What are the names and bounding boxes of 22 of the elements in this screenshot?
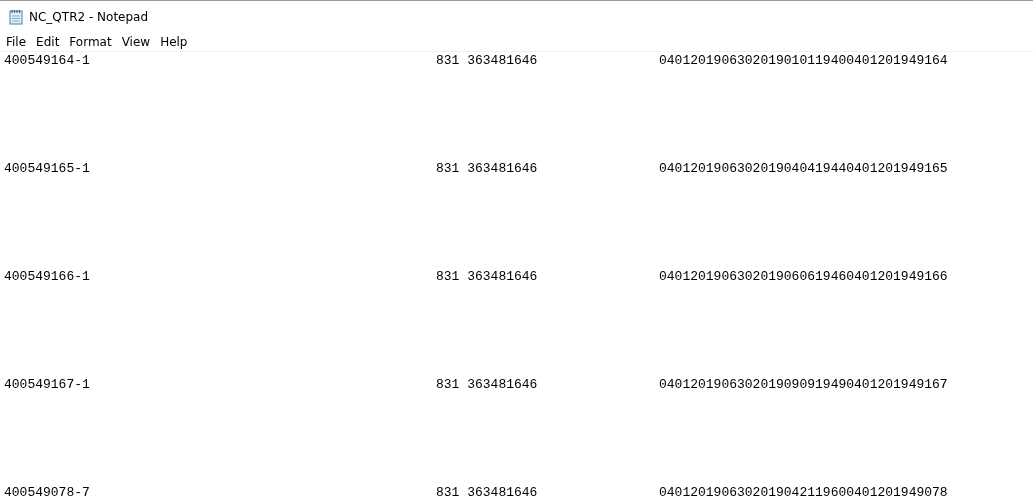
text-line: 400549167-1 — [4, 376, 91, 394]
text-line: 400549164-1 — [4, 52, 91, 70]
window-title: NC_QTR2 - Notepad — [29, 9, 149, 24]
text-line: 0401201906302019042119600401201949078 — [659, 484, 949, 501]
notepad-icon — [9, 8, 23, 25]
menu-item[interactable]: Edit — [31, 34, 65, 49]
menu-item[interactable]: Help — [155, 34, 193, 49]
text-line: 0401201906302019010119400401201949164 — [659, 52, 949, 70]
text-line: 831 363481646 — [436, 484, 539, 501]
text-line: 831 363481646 — [436, 160, 539, 178]
menu-item[interactable]: File — [1, 34, 32, 49]
text-line: 400549166-1 — [4, 268, 91, 286]
text-line: 400549078-7 — [4, 484, 91, 501]
menu-item[interactable]: Format — [64, 34, 117, 49]
text-line: 0401201906302019040419440401201949165 — [659, 160, 949, 178]
text-line: 831 363481646 — [436, 376, 539, 394]
text-line: 0401201906302019090919490401201949167 — [659, 376, 949, 394]
menu-item[interactable]: View — [116, 34, 156, 49]
text-line: 0401201906302019060619460401201949166 — [659, 268, 949, 286]
text-line: 400549165-1 — [4, 160, 91, 178]
text-line: 831 363481646 — [436, 52, 539, 70]
text-line: 831 363481646 — [436, 268, 539, 286]
